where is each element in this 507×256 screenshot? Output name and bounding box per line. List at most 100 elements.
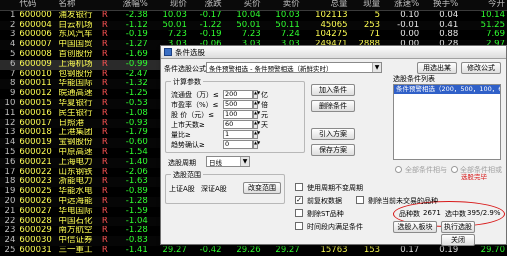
- stock-code: 600025: [17, 187, 57, 197]
- header-code[interactable]: 代码: [17, 0, 57, 11]
- prev-day-label: 前复权数据: [307, 197, 342, 205]
- import-condition-button[interactable]: 引入方案: [311, 128, 355, 140]
- list-item[interactable]: 条件预警相选（200，500，100，60，1，0）日线: [394, 85, 500, 94]
- table-row[interactable]: 1 600000 浦发银行 R -2.38 10.03 -0.17 10.04 10.03 102…: [0, 10, 507, 21]
- current-volume: 253: [349, 20, 383, 31]
- save-condition-button[interactable]: 保存方案: [311, 144, 355, 156]
- execute-button[interactable]: 执行选股: [441, 221, 475, 233]
- exclude-untraded-checkbox[interactable]: [356, 196, 364, 204]
- use-realtime-checkbox[interactable]: [295, 183, 303, 191]
- row-index: 14: [0, 138, 18, 148]
- change-pct: -1.28: [108, 196, 150, 207]
- prev-day-checkbox[interactable]: ✓: [295, 196, 303, 204]
- formula-editor-button[interactable]: 修改公式: [461, 62, 501, 74]
- add-to-block-button[interactable]: 选股入板块: [393, 221, 437, 233]
- header-delta[interactable]: 涨跌: [188, 0, 224, 11]
- stock-code: 600022: [17, 167, 57, 178]
- condition-list[interactable]: 条件预警相选（200，500，100，60，1，0）日线: [393, 84, 501, 160]
- param-unit: 元: [261, 111, 268, 119]
- margin-flag: R: [99, 196, 109, 207]
- open: 51.25: [460, 20, 507, 31]
- margin-flag: R: [99, 89, 109, 99]
- stock-name: 南方航空: [56, 226, 100, 237]
- open: 10.14: [460, 10, 507, 21]
- row-index: 19: [0, 187, 18, 197]
- param-spinner[interactable]: ▲▼: [253, 130, 260, 139]
- change-pct: -1.04: [108, 216, 150, 227]
- range-item[interactable]: 深证A股: [201, 184, 227, 194]
- param-spinner[interactable]: ▲▼: [253, 100, 260, 109]
- speed: -0.01: [382, 20, 422, 31]
- change-range-button[interactable]: 改变范围: [243, 182, 281, 194]
- param-unit: 天: [261, 121, 268, 129]
- stock-name: 宝钢股份: [56, 138, 100, 148]
- table-row[interactable]: 2 600004 白云机场 R -1.12 50.01 -1.22 50.01 50.11 450…: [0, 20, 507, 31]
- row-index: 3: [0, 30, 18, 41]
- param-input[interactable]: 200: [223, 90, 253, 99]
- header-bid[interactable]: 买价: [223, 0, 263, 11]
- stock-name: 中国国贸: [56, 40, 100, 50]
- header-vol[interactable]: 总量: [301, 0, 350, 11]
- header-turn[interactable]: 换手%: [421, 0, 461, 11]
- row-index: 25: [0, 245, 18, 256]
- stock-code: 600016: [17, 108, 57, 119]
- period-select[interactable]: 日线 ▼: [206, 156, 250, 167]
- exclude-st-checkbox[interactable]: [295, 209, 303, 217]
- row-index: 16: [0, 157, 18, 168]
- row-index: 12: [0, 118, 18, 129]
- param-spinner[interactable]: ▲▼: [253, 120, 260, 129]
- range-item[interactable]: 上证A股: [169, 184, 195, 194]
- header-price[interactable]: 现价: [149, 0, 189, 11]
- change-pct: -1.59: [108, 206, 150, 217]
- delete-condition-button[interactable]: 删除条件: [311, 100, 355, 112]
- header-open[interactable]: 今开: [460, 0, 507, 11]
- time-range-checkbox[interactable]: [295, 222, 303, 230]
- param-input[interactable]: 500: [223, 100, 253, 109]
- dialog-titlebar[interactable]: 条件选股: [161, 46, 506, 59]
- margin-flag: R: [99, 206, 109, 217]
- condition-selection-dialog: 条件选股 条件选股公式 条件预警相选 - 条件预警相选（新鲜实时） ▼ 用选出某…: [160, 45, 507, 246]
- param-label: 上市天数≥: [171, 121, 205, 129]
- row-index: 5: [0, 49, 18, 60]
- change-pct: -1.28: [108, 226, 150, 237]
- param-spinner[interactable]: ▲▼: [253, 110, 260, 119]
- margin-flag: R: [99, 167, 109, 178]
- add-condition-button[interactable]: 加入条件: [311, 84, 355, 96]
- margin-flag: R: [99, 177, 109, 188]
- stock-name: 山东钢铁: [56, 167, 100, 178]
- stock-code: 600026: [17, 196, 57, 207]
- param-unit: 亿: [261, 91, 268, 99]
- stock-code: 600023: [17, 177, 57, 188]
- change-pct: -1.08: [108, 108, 150, 119]
- formula-select[interactable]: 条件预警相选 - 条件预警相选（新鲜实时） ▼: [206, 62, 382, 73]
- margin-flag: R: [99, 10, 109, 21]
- header-ask[interactable]: 卖价: [262, 0, 302, 11]
- margin-flag: R: [99, 226, 109, 237]
- margin-flag: R: [99, 98, 109, 109]
- table-row[interactable]: 3 600006 东风汽车 R -0.19 7.23 -0.19 7.23 7.24 104275…: [0, 30, 507, 41]
- param-input[interactable]: 0: [223, 140, 253, 149]
- any-condition-radio[interactable]: [451, 166, 458, 173]
- header-name[interactable]: 名称: [56, 0, 100, 11]
- margin-flag: R: [99, 79, 109, 90]
- header-cur[interactable]: 现量: [349, 0, 383, 11]
- param-input[interactable]: 100: [223, 110, 253, 119]
- stock-name: 华能水电: [56, 187, 100, 197]
- row-index: 7: [0, 69, 18, 80]
- header-speed[interactable]: 涨速%: [382, 0, 422, 11]
- use-formula-button[interactable]: 用选出某: [417, 62, 457, 74]
- table-row[interactable]: 25 600031 三一重工 R -1.41 29.27 -0.42 29.26 29.27 15…: [0, 245, 507, 256]
- header-chg-pct[interactable]: 涨幅%: [108, 0, 150, 11]
- margin-flag: R: [99, 216, 109, 227]
- param-input[interactable]: 1: [223, 130, 253, 139]
- all-conditions-radio[interactable]: [395, 166, 402, 173]
- stock-name: 浙能电力: [56, 177, 100, 188]
- param-spinner[interactable]: ▲▼: [253, 140, 260, 149]
- close-button[interactable]: 关闭: [441, 234, 475, 246]
- param-input[interactable]: 60: [223, 120, 253, 129]
- stock-name: 日照港: [56, 118, 100, 129]
- volume: 45065: [301, 20, 350, 31]
- change-pct: -0.89: [108, 187, 150, 197]
- param-spinner[interactable]: ▲▼: [253, 90, 260, 99]
- bid: 50.01: [223, 20, 263, 31]
